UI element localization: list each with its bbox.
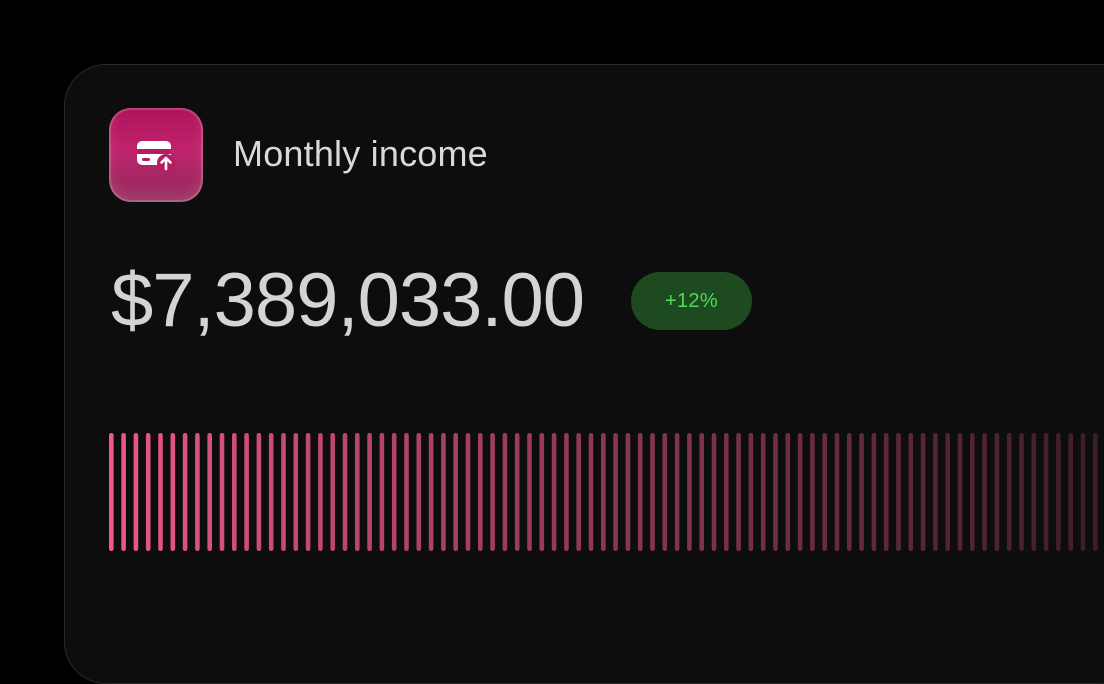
income-bar	[711, 433, 717, 551]
income-bar	[613, 433, 618, 551]
income-bar	[441, 433, 446, 551]
income-bar	[797, 433, 803, 551]
income-bar	[305, 433, 311, 551]
income-bar	[219, 433, 225, 551]
income-bar	[564, 433, 569, 551]
income-bar	[1093, 433, 1098, 551]
income-bar	[1080, 433, 1086, 551]
income-bar	[957, 433, 963, 551]
monthly-income-card: Monthly income $7,389,033.00 +12%	[64, 64, 1104, 684]
income-bar	[490, 433, 495, 551]
income-bar	[404, 433, 409, 551]
income-bar	[588, 433, 594, 551]
income-bar	[859, 433, 864, 551]
income-bar	[896, 433, 901, 551]
income-bar	[478, 433, 483, 551]
income-bar	[355, 433, 360, 551]
income-bar	[342, 433, 348, 551]
income-bar	[625, 433, 631, 551]
income-bar	[637, 433, 643, 551]
income-bar	[453, 433, 458, 551]
income-bar	[674, 433, 680, 551]
income-bar	[145, 433, 151, 551]
income-bar	[121, 433, 126, 551]
income-bar	[527, 433, 532, 551]
income-bar	[182, 433, 188, 551]
income-bar	[810, 433, 815, 551]
income-bar	[970, 433, 975, 551]
card-upload-icon	[109, 108, 203, 202]
income-bar	[662, 433, 668, 551]
income-bar	[428, 433, 434, 551]
income-bar	[416, 433, 422, 551]
income-bar	[330, 433, 335, 551]
income-bar	[133, 433, 139, 551]
income-bar	[1006, 433, 1012, 551]
income-bar	[760, 433, 766, 551]
income-bar	[847, 433, 852, 551]
income-bar	[367, 433, 372, 551]
income-bar	[724, 433, 729, 551]
income-bar	[1031, 433, 1037, 551]
income-bar	[699, 433, 704, 551]
income-bar	[687, 433, 692, 551]
income-bar	[502, 433, 508, 551]
income-bar	[1068, 433, 1073, 551]
income-bar	[920, 433, 926, 551]
income-bar	[539, 433, 545, 551]
income-bar	[195, 433, 200, 551]
income-bar	[465, 433, 471, 551]
income-amount: $7,389,033.00	[111, 258, 585, 343]
income-bar	[256, 433, 262, 551]
income-bar	[748, 433, 754, 551]
card-title: Monthly income	[233, 133, 488, 174]
income-bar	[1019, 433, 1024, 551]
income-bar	[391, 433, 397, 551]
income-bar	[281, 433, 286, 551]
income-bars	[109, 431, 1104, 553]
income-bar	[908, 433, 914, 551]
income-bar	[933, 433, 938, 551]
income-bar	[268, 433, 274, 551]
income-bar	[982, 433, 987, 551]
change-badge: +12%	[631, 272, 752, 330]
income-bar	[822, 433, 827, 551]
income-bar	[736, 433, 741, 551]
income-bar	[883, 433, 889, 551]
income-bar	[158, 433, 163, 551]
income-bar	[1043, 433, 1049, 551]
income-bar	[109, 433, 114, 551]
income-bar	[379, 433, 385, 551]
income-bar	[834, 433, 840, 551]
income-bar	[650, 433, 655, 551]
income-bar	[293, 433, 299, 551]
income-bar	[994, 433, 1000, 551]
income-bar	[514, 433, 520, 551]
income-bar	[244, 433, 249, 551]
income-bar	[945, 433, 950, 551]
income-bar	[1056, 433, 1061, 551]
income-bar	[551, 433, 557, 551]
income-bar	[601, 433, 606, 551]
income-bar	[170, 433, 176, 551]
income-bar	[773, 433, 778, 551]
income-bar	[871, 433, 877, 551]
income-bar	[318, 433, 323, 551]
income-bar	[576, 433, 581, 551]
income-bar	[207, 433, 212, 551]
income-bar	[785, 433, 791, 551]
income-bar	[232, 433, 237, 551]
